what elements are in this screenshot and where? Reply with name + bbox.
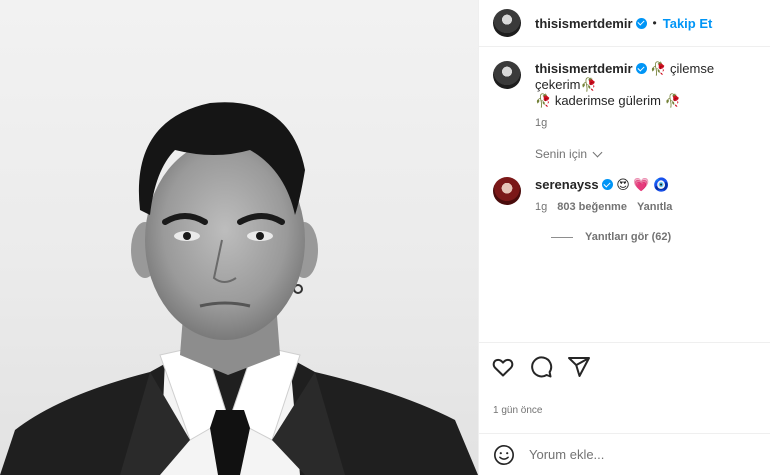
post-header: thisismertdemir • Takip Et [479,0,770,47]
rose-emoji: 🥀 [535,93,552,108]
author-username[interactable]: thisismertdemir [535,16,633,31]
sort-comments-dropdown[interactable]: Senin için [535,147,756,161]
follow-button[interactable]: Takip Et [663,16,713,31]
caption-meta: 1g [535,117,756,129]
caption-line-2: kaderimse gülerim [554,93,662,108]
sort-label: Senin için [535,147,588,161]
post-actions: 1 gün önce [479,342,770,432]
author-avatar[interactable] [493,9,521,37]
rose-emoji: 🥀 [664,93,681,108]
verified-badge-icon [635,63,647,74]
post-photo[interactable] [0,0,478,475]
reply-button[interactable]: Yanıtla [637,201,672,213]
caption-author-avatar[interactable] [493,61,521,89]
separator-dot: • [652,16,657,30]
heart-icon[interactable] [491,355,515,379]
chevron-down-icon [592,147,603,157]
comment-likes[interactable]: 803 beğenme [557,201,627,213]
caption-author-username[interactable]: thisismertdemir [535,61,633,76]
comment-input[interactable] [529,447,749,462]
post-dialog: thisismertdemir • Takip Et thisismertdem… [0,0,770,475]
view-replies-button[interactable]: Yanıtları gör (62) [551,231,756,243]
view-replies-label: Yanıtları gör (62) [585,231,672,243]
comment-time[interactable]: 1g [535,201,547,213]
rose-emoji: 🥀 [580,77,597,92]
caption-comment: thisismertdemir 🥀 çilemse çekerim🥀 🥀 kad… [493,61,756,129]
verified-badge-icon [635,17,647,29]
caption-time[interactable]: 1g [535,117,547,129]
commenter-avatar[interactable] [493,177,521,205]
add-comment-bar [479,433,770,475]
post-time-ago[interactable]: 1 gün önce [493,405,757,416]
rose-emoji: 🥀 [650,61,667,76]
verified-badge-icon [601,179,613,190]
comment-text: serenayss 😍 💗 🧿 [535,177,672,193]
post-side-panel: thisismertdemir • Takip Et thisismertdem… [478,0,770,475]
emoji-icon[interactable] [493,444,515,466]
comment-icon[interactable] [529,355,553,379]
comment-emojis: 😍 💗 🧿 [616,177,670,192]
comment-item: serenayss 😍 💗 🧿 1g 803 beğenme Yanıtla [493,177,756,213]
share-icon[interactable] [567,355,591,379]
comment-meta: 1g 803 beğenme Yanıtla [535,201,672,213]
replies-divider [551,236,573,238]
portrait-image [0,102,478,475]
caption-text: thisismertdemir 🥀 çilemse çekerim🥀 🥀 kad… [535,61,756,109]
commenter-username[interactable]: serenayss [535,177,599,192]
